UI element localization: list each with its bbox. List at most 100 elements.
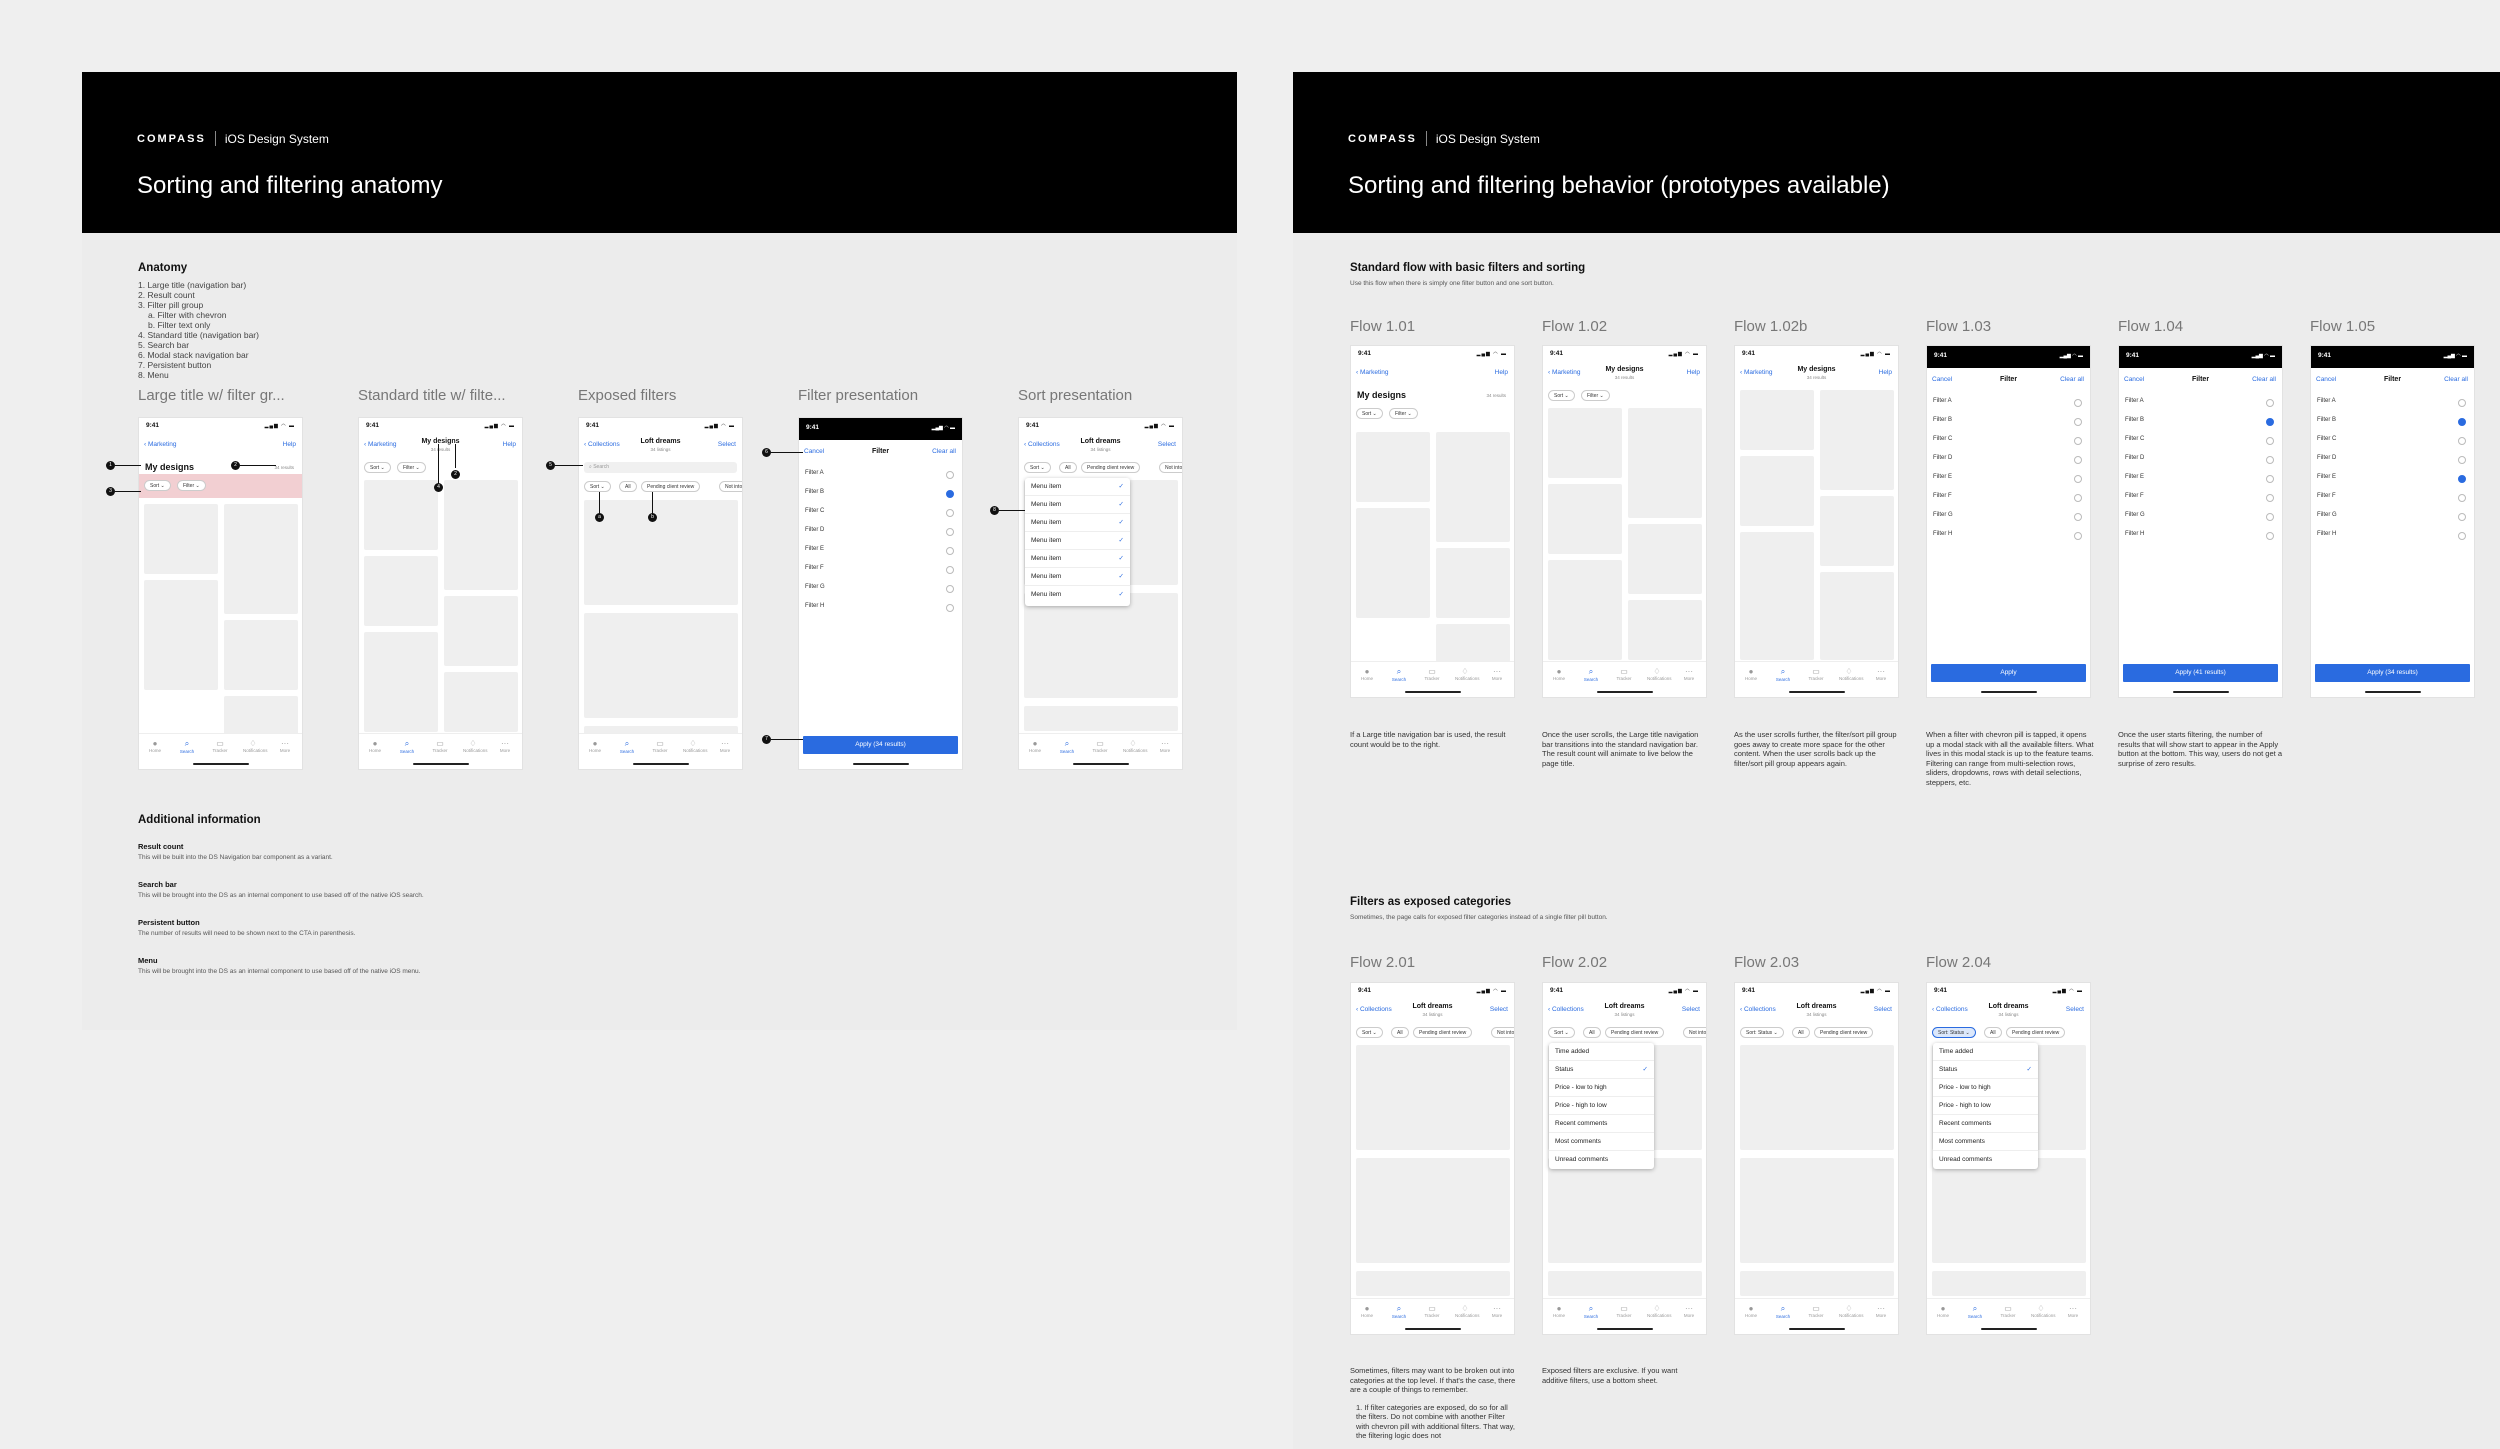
tab-tracker[interactable]: ▭ Tracker	[1422, 667, 1442, 681]
tab-home[interactable]: ● Home	[1549, 667, 1569, 681]
apply-button[interactable]: Apply (34 results)	[2315, 664, 2470, 682]
pending-pill[interactable]: Pending client review	[1413, 1027, 1473, 1038]
help-button[interactable]: Help	[283, 441, 296, 448]
tab-notifications[interactable]: ♢ Notifications	[2031, 1304, 2056, 1318]
tab-tracker[interactable]: ▭ Tracker	[650, 739, 670, 753]
sort-option[interactable]: Status ✓	[1933, 1061, 2038, 1079]
pending-pill[interactable]: Pending client review	[1814, 1027, 1874, 1038]
tab-more[interactable]: ··· More	[1871, 667, 1891, 681]
tab-more[interactable]: ··· More	[715, 739, 735, 753]
tab-notifications[interactable]: ♢ Notifications	[1455, 1304, 1480, 1318]
filter-row[interactable]: Filter H	[805, 603, 954, 615]
clear-all-button[interactable]: Clear all	[2060, 376, 2084, 383]
tab-more[interactable]: ··· More	[1871, 1304, 1891, 1318]
tab-home[interactable]: ● Home	[1357, 667, 1377, 681]
menu-item[interactable]: Menu item ✓	[1025, 496, 1130, 514]
not-into-pill[interactable]: Not into	[719, 481, 742, 492]
select-button[interactable]: Select	[1158, 441, 1176, 448]
tab-home[interactable]: ● Home	[1025, 739, 1045, 753]
all-pill[interactable]: All	[1792, 1027, 1810, 1038]
tab-search[interactable]: ⌕ Search	[1773, 1304, 1793, 1319]
sort-option[interactable]: Most comments	[1549, 1133, 1654, 1151]
not-into-pill[interactable]: Not into	[1683, 1027, 1706, 1038]
help-button[interactable]: Help	[1495, 369, 1508, 376]
tab-notifications[interactable]: ♢ Notifications	[1839, 667, 1864, 681]
tab-home[interactable]: ● Home	[1549, 1304, 1569, 1318]
filter-row[interactable]: Filter B	[805, 489, 954, 501]
sort-status-pill[interactable]: Sort: Status ⌄	[1740, 1027, 1784, 1038]
filter-row[interactable]: Filter F	[805, 565, 954, 577]
filter-row[interactable]: Filter H	[2317, 531, 2466, 543]
filter-row[interactable]: Filter C	[2317, 436, 2466, 448]
tab-home[interactable]: ● Home	[585, 739, 605, 753]
tab-search[interactable]: ⌕ Search	[1581, 1304, 1601, 1319]
filter-pill[interactable]: Filter ⌄	[1581, 390, 1610, 401]
filter-row[interactable]: Filter C	[1933, 436, 2082, 448]
sort-status-pill[interactable]: Sort: Status ⌄	[1932, 1027, 1976, 1038]
filter-row[interactable]: Filter A	[2125, 398, 2274, 410]
tab-search[interactable]: ⌕ Search	[1965, 1304, 1985, 1319]
filter-row[interactable]: Filter B	[2317, 417, 2466, 429]
sort-pill[interactable]: Sort ⌄	[1356, 408, 1383, 419]
filter-row[interactable]: Filter E	[805, 546, 954, 558]
tab-more[interactable]: ··· More	[1679, 667, 1699, 681]
tab-more[interactable]: ··· More	[275, 739, 295, 753]
sort-pill[interactable]: Sort ⌄	[144, 480, 171, 491]
tab-notifications[interactable]: ♢ Notifications	[1455, 667, 1480, 681]
filter-row[interactable]: Filter F	[2317, 493, 2466, 505]
filter-row[interactable]: Filter D	[1933, 455, 2082, 467]
sort-option[interactable]: Price - low to high	[1933, 1079, 2038, 1097]
sort-option[interactable]: Unread comments	[1549, 1151, 1654, 1169]
help-button[interactable]: Help	[1687, 369, 1700, 376]
filter-row[interactable]: Filter F	[1933, 493, 2082, 505]
all-pill[interactable]: All	[1583, 1027, 1601, 1038]
all-pill[interactable]: All	[1059, 462, 1077, 473]
filter-row[interactable]: Filter D	[2317, 455, 2466, 467]
sort-option[interactable]: Price - high to low	[1549, 1097, 1654, 1115]
filter-row[interactable]: Filter H	[2125, 531, 2274, 543]
tab-tracker[interactable]: ▭ Tracker	[1614, 667, 1634, 681]
sort-pill[interactable]: Sort ⌄	[1548, 390, 1575, 401]
menu-item[interactable]: Menu item ✓	[1025, 514, 1130, 532]
tab-more[interactable]: ··· More	[1487, 667, 1507, 681]
menu-item[interactable]: Menu item ✓	[1025, 478, 1130, 496]
tab-search[interactable]: ⌕ Search	[1581, 667, 1601, 682]
sort-option[interactable]: Price - low to high	[1549, 1079, 1654, 1097]
select-button[interactable]: Select	[718, 441, 736, 448]
tab-search[interactable]: ⌕ Search	[1389, 667, 1409, 682]
tab-home[interactable]: ● Home	[1933, 1304, 1953, 1318]
menu-item[interactable]: Menu item ✓	[1025, 568, 1130, 586]
all-pill[interactable]: All	[1984, 1027, 2002, 1038]
select-button[interactable]: Select	[2066, 1006, 2084, 1013]
apply-button[interactable]: Apply (41 results)	[2123, 664, 2278, 682]
tab-search[interactable]: ⌕ Search	[1389, 1304, 1409, 1319]
filter-row[interactable]: Filter A	[1933, 398, 2082, 410]
filter-row[interactable]: Filter C	[2125, 436, 2274, 448]
filter-row[interactable]: Filter G	[1933, 512, 2082, 524]
tab-tracker[interactable]: ▭ Tracker	[1806, 667, 1826, 681]
clear-all-button[interactable]: Clear all	[2252, 376, 2276, 383]
pending-pill[interactable]: Pending client review	[1081, 462, 1141, 473]
sort-pill[interactable]: Sort ⌄	[1548, 1027, 1575, 1038]
filter-row[interactable]: Filter C	[805, 508, 954, 520]
tab-notifications[interactable]: ♢ Notifications	[243, 739, 268, 753]
tab-search[interactable]: ⌕ Search	[1773, 667, 1793, 682]
filter-pill[interactable]: Filter ⌄	[397, 462, 426, 473]
filter-row[interactable]: Filter D	[2125, 455, 2274, 467]
menu-item[interactable]: Menu item ✓	[1025, 532, 1130, 550]
tab-more[interactable]: ··· More	[1487, 1304, 1507, 1318]
sort-pill[interactable]: Sort ⌄	[364, 462, 391, 473]
filter-row[interactable]: Filter E	[2317, 474, 2466, 486]
sort-option[interactable]: Unread comments	[1933, 1151, 2038, 1169]
select-button[interactable]: Select	[1682, 1006, 1700, 1013]
apply-button[interactable]: Apply (34 results)	[803, 736, 958, 754]
filter-row[interactable]: Filter E	[2125, 474, 2274, 486]
tab-more[interactable]: ··· More	[2063, 1304, 2083, 1318]
sort-option[interactable]: Price - high to low	[1933, 1097, 2038, 1115]
tab-notifications[interactable]: ♢ Notifications	[1647, 1304, 1672, 1318]
filter-row[interactable]: Filter G	[805, 584, 954, 596]
all-pill[interactable]: All	[619, 481, 637, 492]
filter-row[interactable]: Filter B	[1933, 417, 2082, 429]
back-button[interactable]: ‹ Marketing	[1356, 369, 1389, 376]
clear-all-button[interactable]: Clear all	[932, 448, 956, 455]
